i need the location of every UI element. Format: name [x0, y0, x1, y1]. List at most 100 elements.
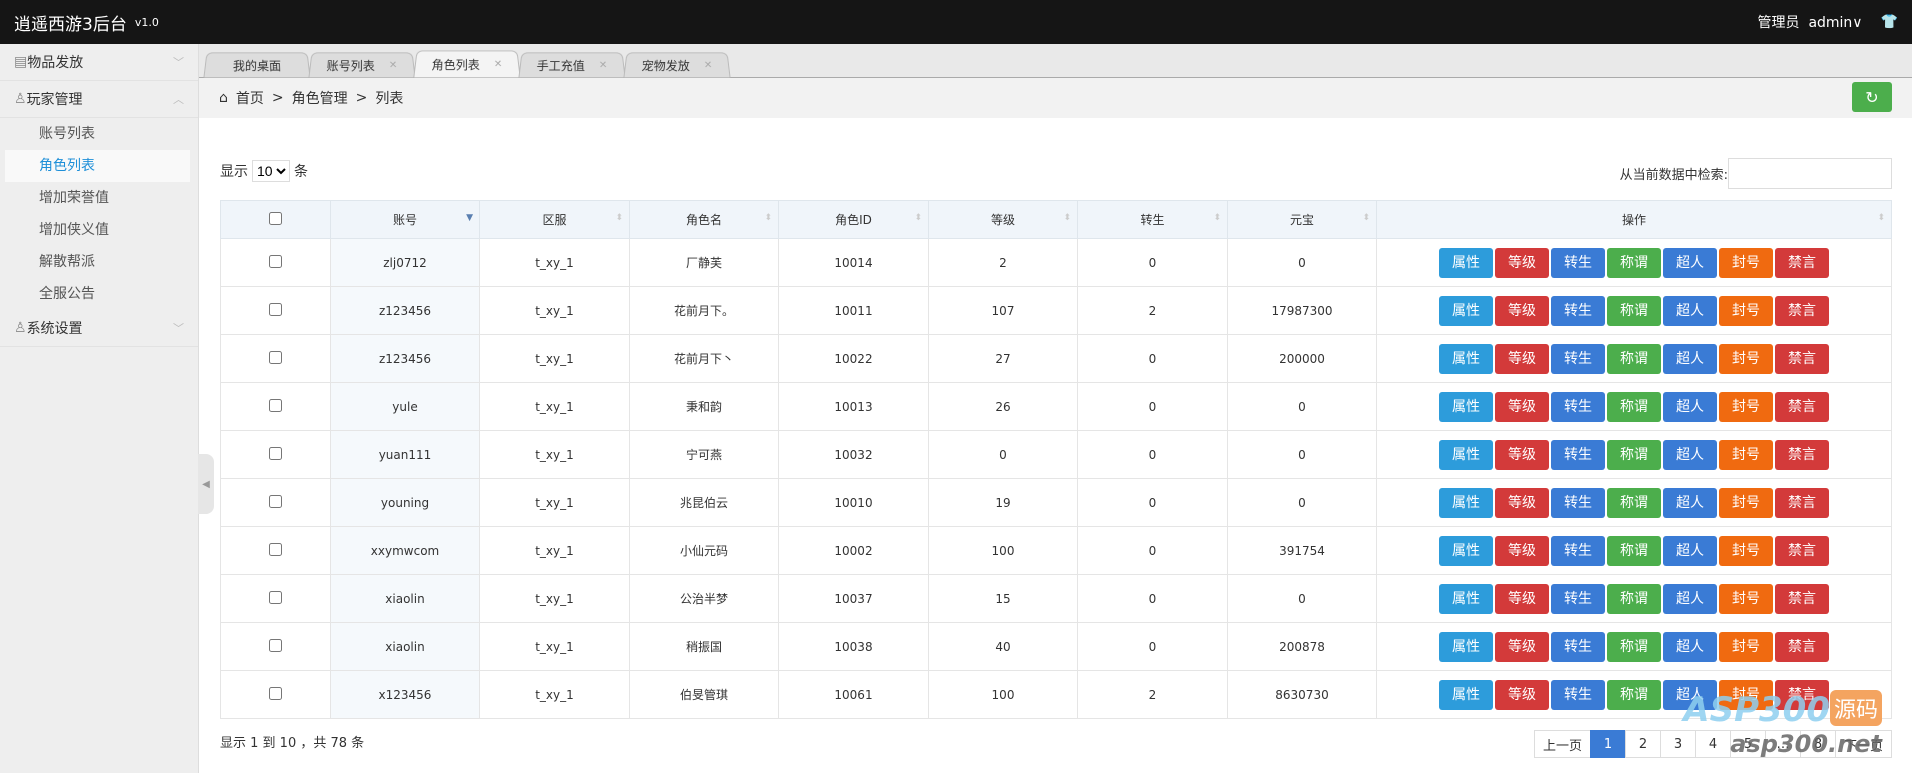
action-button[interactable]: 转生 [1551, 487, 1605, 518]
action-button[interactable]: 转生 [1551, 583, 1605, 614]
column-header[interactable]: 区服 ⬍ [479, 200, 630, 239]
action-button[interactable]: 转生 [1551, 631, 1605, 662]
action-button[interactable]: 称谓 [1607, 247, 1661, 278]
action-button[interactable]: 属性 [1439, 391, 1493, 422]
action-button[interactable]: 转生 [1551, 439, 1605, 470]
sidebar-item[interactable]: 全服公告 [5, 278, 190, 310]
action-button[interactable]: 超人 [1663, 391, 1717, 422]
action-button[interactable]: 封号 [1719, 439, 1773, 470]
action-button[interactable]: 等级 [1495, 535, 1549, 566]
action-button[interactable]: 等级 [1495, 439, 1549, 470]
action-button[interactable]: 等级 [1495, 583, 1549, 614]
row-checkbox[interactable] [269, 494, 282, 508]
action-button[interactable]: 禁言 [1775, 583, 1829, 614]
close-icon[interactable]: ✕ [389, 60, 398, 71]
action-button[interactable]: 超人 [1663, 487, 1717, 518]
row-checkbox[interactable] [269, 302, 282, 316]
action-button[interactable]: 超人 [1663, 631, 1717, 662]
action-button[interactable]: 转生 [1551, 247, 1605, 278]
page-button[interactable]: 2 [1624, 730, 1661, 758]
action-button[interactable]: 称谓 [1607, 583, 1661, 614]
breadcrumb-home[interactable]: 首页 [236, 88, 264, 108]
action-button[interactable]: 禁言 [1775, 631, 1829, 662]
action-button[interactable]: 称谓 [1607, 391, 1661, 422]
search-input[interactable] [1728, 158, 1892, 189]
action-button[interactable]: 转生 [1551, 295, 1605, 326]
page-button[interactable]: 8 [1799, 730, 1836, 758]
action-button[interactable]: 属性 [1439, 583, 1493, 614]
action-button[interactable]: 禁言 [1775, 439, 1829, 470]
action-button[interactable]: 转生 [1551, 535, 1605, 566]
sidebar-item[interactable]: 增加侠义值 [5, 214, 190, 246]
action-button[interactable]: 超人 [1663, 295, 1717, 326]
action-button[interactable]: 属性 [1439, 631, 1493, 662]
action-button[interactable]: 禁言 [1775, 679, 1829, 710]
action-button[interactable]: 禁言 [1775, 535, 1829, 566]
action-button[interactable]: 称谓 [1607, 295, 1661, 326]
action-button[interactable]: 属性 [1439, 343, 1493, 374]
sidebar-item[interactable]: 解散帮派 [5, 246, 190, 278]
action-button[interactable]: 属性 [1439, 487, 1493, 518]
tab[interactable]: 手工充值 ✕ [518, 52, 626, 78]
action-button[interactable]: 属性 [1439, 439, 1493, 470]
action-button[interactable]: 等级 [1495, 679, 1549, 710]
sidebar-group[interactable]: ▤ 物品发放 ﹀ [0, 44, 198, 81]
action-button[interactable]: 称谓 [1607, 343, 1661, 374]
action-button[interactable]: 超人 [1663, 343, 1717, 374]
sidebar-item[interactable]: 角色列表 [5, 150, 190, 182]
page-button[interactable]: 5 [1729, 730, 1766, 758]
row-checkbox[interactable] [269, 686, 282, 700]
action-button[interactable]: 封号 [1719, 391, 1773, 422]
action-button[interactable]: 禁言 [1775, 295, 1829, 326]
action-button[interactable]: 称谓 [1607, 679, 1661, 710]
action-button[interactable]: 转生 [1551, 343, 1605, 374]
action-button[interactable]: 等级 [1495, 487, 1549, 518]
column-header[interactable]: 账号 ▼ [330, 200, 480, 239]
sidebar-item[interactable]: 账号列表 [5, 118, 190, 150]
row-checkbox[interactable] [269, 446, 282, 460]
action-button[interactable]: 封号 [1719, 487, 1773, 518]
user-menu[interactable]: 管理员 admin∨ [1758, 12, 1863, 32]
action-button[interactable]: 封号 [1719, 343, 1773, 374]
page-button[interactable]: 3 [1659, 730, 1696, 758]
action-button[interactable]: 禁言 [1775, 247, 1829, 278]
tab[interactable]: 角色列表 ✕ [413, 50, 521, 78]
action-button[interactable]: 封号 [1719, 679, 1773, 710]
column-header[interactable]: 操作 ⬍ [1376, 200, 1892, 239]
action-button[interactable]: 等级 [1495, 343, 1549, 374]
row-checkbox[interactable] [269, 590, 282, 604]
tab[interactable]: 我的桌面 [203, 52, 311, 78]
page-button[interactable]: 1 [1589, 730, 1626, 758]
action-button[interactable]: 称谓 [1607, 631, 1661, 662]
row-checkbox[interactable] [269, 542, 282, 556]
action-button[interactable]: 等级 [1495, 391, 1549, 422]
action-button[interactable]: 等级 [1495, 295, 1549, 326]
sidebar-group[interactable]: ♙ 玩家管理 ︿ [0, 81, 198, 118]
action-button[interactable]: 超人 [1663, 535, 1717, 566]
action-button[interactable]: 禁言 [1775, 487, 1829, 518]
action-button[interactable]: 封号 [1719, 535, 1773, 566]
sidebar-group[interactable]: ♙ 系统设置 ﹀ [0, 310, 198, 347]
page-button[interactable]: 4 [1694, 730, 1731, 758]
prev-page-button[interactable]: 上一页 [1533, 730, 1591, 758]
column-header[interactable]: 等级 ⬍ [928, 200, 1078, 239]
tab[interactable]: 宠物发放 ✕ [623, 52, 731, 78]
column-header[interactable]: 转生 ⬍ [1077, 200, 1228, 239]
action-button[interactable]: 称谓 [1607, 487, 1661, 518]
select-all-checkbox[interactable] [269, 211, 282, 225]
tshirt-icon[interactable]: 👕 [1881, 14, 1898, 30]
action-button[interactable]: 等级 [1495, 247, 1549, 278]
close-icon[interactable]: ✕ [704, 60, 713, 71]
action-button[interactable]: 超人 [1663, 439, 1717, 470]
action-button[interactable]: 称谓 [1607, 439, 1661, 470]
collapse-sidebar-handle[interactable]: ◀ [198, 454, 214, 514]
action-button[interactable]: 属性 [1439, 295, 1493, 326]
breadcrumb-section[interactable]: 角色管理 [292, 88, 348, 108]
next-page-button[interactable]: 下一页 [1834, 730, 1892, 758]
action-button[interactable]: 封号 [1719, 583, 1773, 614]
action-button[interactable]: 属性 [1439, 679, 1493, 710]
action-button[interactable]: 称谓 [1607, 535, 1661, 566]
action-button[interactable]: 封号 [1719, 295, 1773, 326]
column-header[interactable]: 元宝 ⬍ [1227, 200, 1377, 239]
action-button[interactable]: 等级 [1495, 631, 1549, 662]
